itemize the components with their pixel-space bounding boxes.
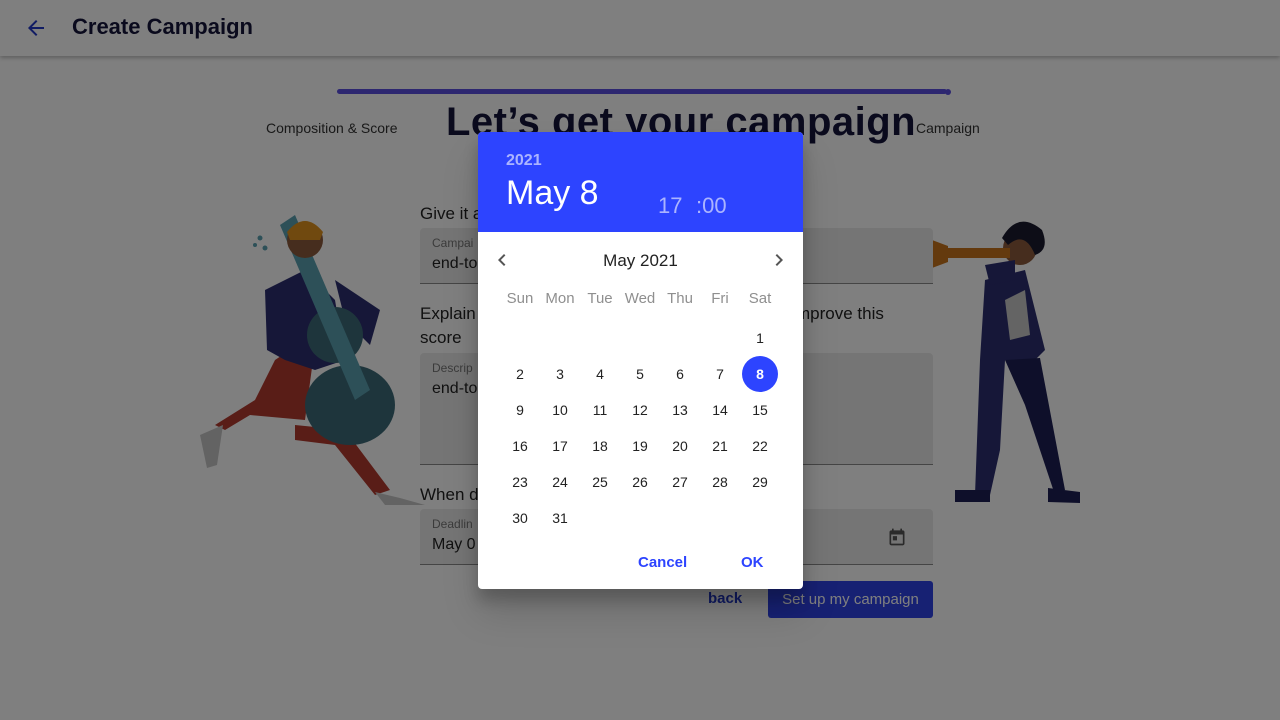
weekday-label: Fri bbox=[711, 290, 729, 307]
day-number: 12 bbox=[632, 402, 648, 418]
weekday-label: Mon bbox=[545, 290, 575, 307]
weekday-label: Wed bbox=[624, 290, 656, 307]
day-number: 20 bbox=[672, 438, 688, 454]
day-cell[interactable]: 5 bbox=[620, 356, 660, 392]
day-number: 4 bbox=[596, 366, 604, 382]
day-cell[interactable]: 30 bbox=[500, 500, 540, 536]
day-number: 19 bbox=[632, 438, 648, 454]
picker-hour[interactable]: 17 bbox=[658, 193, 682, 219]
day-cell[interactable]: 16 bbox=[500, 428, 540, 464]
day-cell[interactable]: 7 bbox=[700, 356, 740, 392]
day-cell[interactable]: 18 bbox=[580, 428, 620, 464]
day-cell[interactable]: 23 bbox=[500, 464, 540, 500]
day-cell[interactable]: 4 bbox=[580, 356, 620, 392]
day-number: 29 bbox=[752, 474, 768, 490]
day-empty bbox=[620, 320, 660, 356]
day-number: 13 bbox=[672, 402, 688, 418]
day-cell[interactable]: 6 bbox=[660, 356, 700, 392]
day-number: 21 bbox=[712, 438, 728, 454]
day-cell[interactable]: 27 bbox=[660, 464, 700, 500]
day-cell[interactable]: 26 bbox=[620, 464, 660, 500]
day-grid: 1 2 3 4 5 6 7 8 9 10 11 12 13 14 15 16 17 18 19 20 21 22 23 24 2… bbox=[500, 320, 780, 536]
day-number: 1 bbox=[756, 330, 764, 346]
weekday-label: Thu bbox=[667, 290, 693, 307]
weekday-label: Tue bbox=[587, 290, 613, 307]
day-empty bbox=[660, 320, 700, 356]
picker-selected-date[interactable]: May 8 bbox=[506, 174, 599, 213]
month-title: May 2021 bbox=[603, 251, 678, 270]
day-number: 5 bbox=[636, 366, 644, 382]
day-cell[interactable]: 20 bbox=[660, 428, 700, 464]
day-cell[interactable]: 9 bbox=[500, 392, 540, 428]
day-number: 26 bbox=[632, 474, 648, 490]
day-number: 17 bbox=[552, 438, 568, 454]
day-number: 9 bbox=[516, 402, 524, 418]
day-selected[interactable]: 8 bbox=[740, 356, 780, 392]
cancel-button[interactable]: Cancel bbox=[638, 554, 687, 571]
day-cell[interactable]: 14 bbox=[700, 392, 740, 428]
day-number: 8 bbox=[742, 356, 778, 392]
day-empty bbox=[500, 320, 540, 356]
day-cell[interactable]: 21 bbox=[700, 428, 740, 464]
weekday-header: Sun Mon Tue Wed Thu Fri Sat bbox=[500, 290, 780, 307]
chevron-right-icon[interactable] bbox=[767, 248, 791, 272]
day-number: 27 bbox=[672, 474, 688, 490]
day-cell[interactable]: 11 bbox=[580, 392, 620, 428]
day-empty bbox=[580, 320, 620, 356]
picker-actions: Cancel OK bbox=[478, 550, 803, 578]
day-cell[interactable]: 19 bbox=[620, 428, 660, 464]
weekday-label: Sun bbox=[506, 290, 534, 307]
day-number: 18 bbox=[592, 438, 608, 454]
day-number: 11 bbox=[592, 402, 608, 418]
day-cell[interactable]: 22 bbox=[740, 428, 780, 464]
day-number: 7 bbox=[716, 366, 724, 382]
day-cell[interactable]: 12 bbox=[620, 392, 660, 428]
day-number: 24 bbox=[552, 474, 568, 490]
day-cell[interactable]: 13 bbox=[660, 392, 700, 428]
day-number: 22 bbox=[752, 438, 768, 454]
day-number: 30 bbox=[512, 510, 528, 526]
day-cell[interactable]: 31 bbox=[540, 500, 580, 536]
picker-year[interactable]: 2021 bbox=[506, 152, 542, 170]
day-empty bbox=[700, 320, 740, 356]
day-number: 6 bbox=[676, 366, 684, 382]
day-empty bbox=[540, 320, 580, 356]
day-number: 16 bbox=[512, 438, 528, 454]
day-cell[interactable]: 10 bbox=[540, 392, 580, 428]
picker-header: 2021 May 8 17 :00 bbox=[478, 132, 803, 232]
day-cell[interactable]: 1 bbox=[740, 320, 780, 356]
day-number: 10 bbox=[552, 402, 568, 418]
day-number: 3 bbox=[556, 366, 564, 382]
picker-minute[interactable]: :00 bbox=[696, 193, 727, 219]
day-cell[interactable]: 3 bbox=[540, 356, 580, 392]
day-cell[interactable]: 28 bbox=[700, 464, 740, 500]
day-cell[interactable]: 25 bbox=[580, 464, 620, 500]
day-number: 23 bbox=[512, 474, 528, 490]
day-number: 25 bbox=[592, 474, 608, 490]
day-cell[interactable]: 24 bbox=[540, 464, 580, 500]
day-cell[interactable]: 29 bbox=[740, 464, 780, 500]
day-number: 31 bbox=[552, 510, 568, 526]
day-cell[interactable]: 15 bbox=[740, 392, 780, 428]
day-number: 2 bbox=[516, 366, 524, 382]
day-number: 15 bbox=[752, 402, 768, 418]
day-cell[interactable]: 17 bbox=[540, 428, 580, 464]
ok-button[interactable]: OK bbox=[741, 554, 764, 571]
datetime-picker-dialog: 2021 May 8 17 :00 May 2021 Sun Mon Tue Wed T… bbox=[478, 132, 803, 589]
weekday-label: Sat bbox=[748, 290, 772, 307]
day-number: 14 bbox=[712, 402, 728, 418]
day-cell[interactable]: 2 bbox=[500, 356, 540, 392]
day-number: 28 bbox=[712, 474, 728, 490]
